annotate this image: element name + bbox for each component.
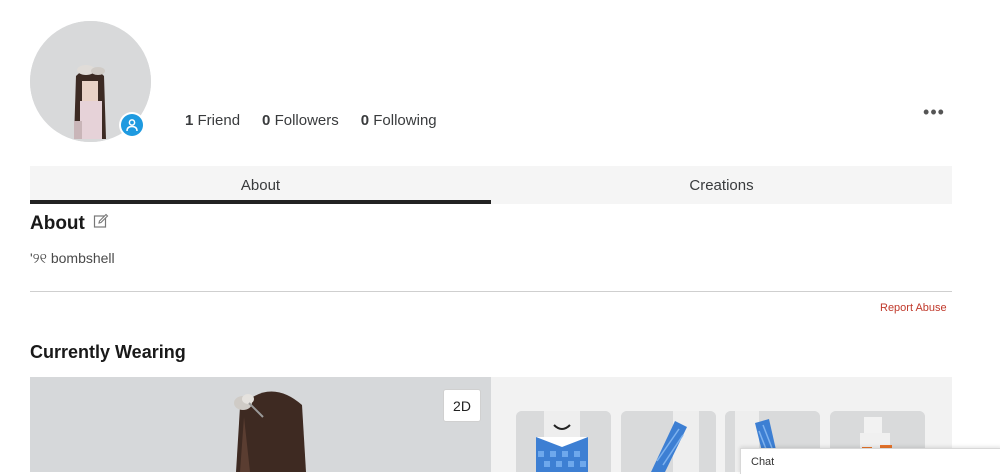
- wearing-item-card[interactable]: [516, 411, 611, 472]
- edit-icon[interactable]: [93, 213, 109, 235]
- tab-about[interactable]: About: [30, 166, 491, 204]
- person-icon: [121, 114, 143, 136]
- currently-wearing-heading: Currently Wearing: [30, 342, 186, 362]
- avatar-back-view: [234, 391, 306, 472]
- toggle-2d-button[interactable]: 2D: [443, 389, 481, 422]
- profile-stats: 1 Friend 0 Followers 0 Following: [185, 112, 437, 129]
- about-title: About: [30, 213, 85, 234]
- about-heading: About: [30, 213, 109, 235]
- section-divider: [30, 291, 952, 292]
- report-abuse-link[interactable]: Report Abuse: [880, 302, 947, 314]
- profile-tabs: About Creations: [30, 166, 952, 204]
- chat-label: Chat: [751, 455, 775, 468]
- about-bio: '୨୧ bombshell: [30, 250, 115, 266]
- avatar-3d-preview[interactable]: [30, 377, 491, 472]
- following-stat[interactable]: 0 Following: [361, 112, 437, 129]
- wearing-item-card[interactable]: [621, 411, 716, 472]
- more-options-icon[interactable]: •••: [922, 100, 946, 124]
- friends-stat[interactable]: 1 Friend: [185, 112, 240, 129]
- followers-stat[interactable]: 0 Followers: [262, 112, 339, 129]
- tab-creations[interactable]: Creations: [491, 166, 952, 204]
- item-thumbnail: [516, 411, 611, 472]
- online-status-badge: [119, 112, 145, 138]
- chat-bar[interactable]: Chat: [740, 448, 1000, 474]
- item-thumbnail: [621, 411, 716, 472]
